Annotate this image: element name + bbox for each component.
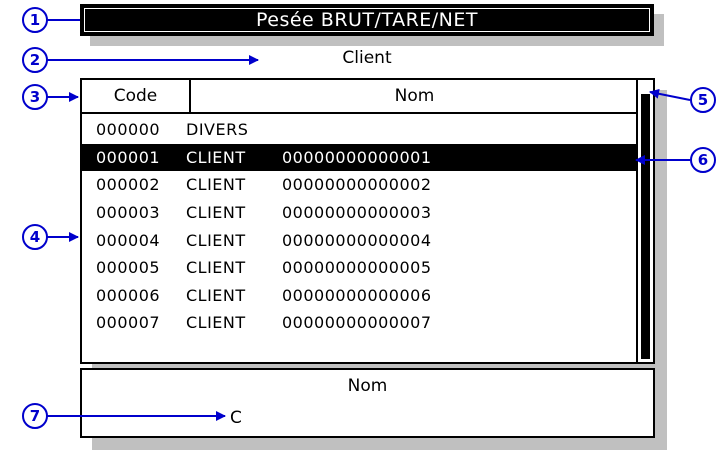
callout-arrows bbox=[47, 19, 691, 421]
callout-6: 6 bbox=[690, 147, 716, 173]
callout-1: 1 bbox=[22, 7, 48, 33]
arrow-5 bbox=[649, 88, 691, 101]
callout-5: 5 bbox=[690, 87, 716, 113]
screen-diagram: Pesée BRUT/TARE/NET Client Code Nom 0000… bbox=[0, 0, 717, 450]
callout-4: 4 bbox=[22, 224, 48, 250]
callout-2: 2 bbox=[22, 47, 48, 73]
callout-3: 3 bbox=[22, 84, 48, 110]
callout-7: 7 bbox=[22, 403, 48, 429]
